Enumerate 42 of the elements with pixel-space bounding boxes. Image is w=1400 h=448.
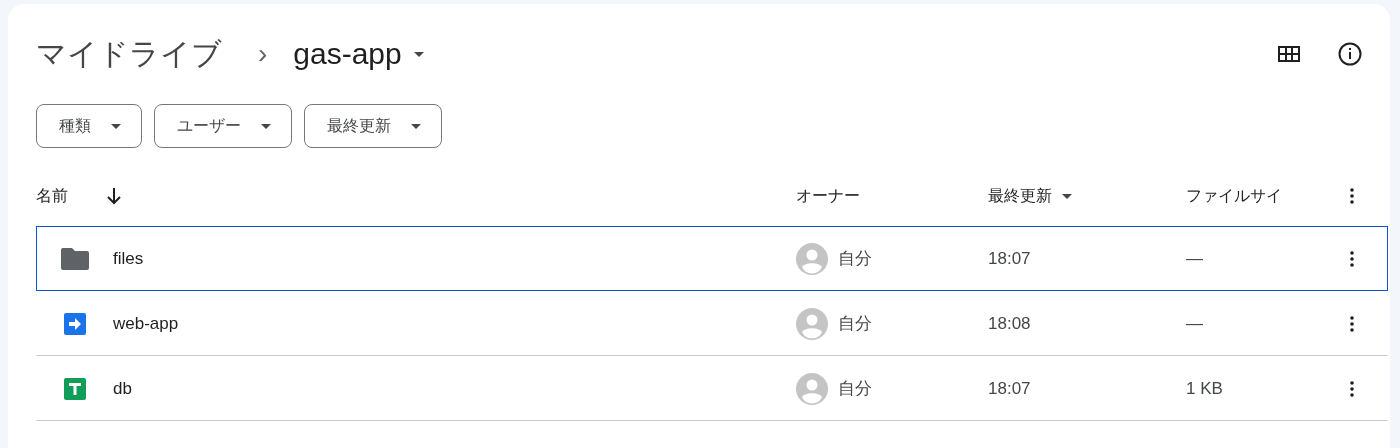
breadcrumb-separator: › [258,38,268,70]
folder-icon [61,247,89,270]
modified-time: 18:08 [988,313,1031,333]
file-row[interactable]: db 自分 18:07 1 KB [36,356,1388,421]
owner-name: 自分 [838,248,872,270]
filter-chip[interactable]: 最終更新 [304,104,442,148]
column-header[interactable]: ファイルサイ [1186,185,1282,207]
owner-name: 自分 [838,378,872,400]
file-size: 1 KB [1186,378,1223,398]
folder-menu-button[interactable]: gas-app [293,37,424,71]
caret-icon [413,51,424,57]
column-header[interactable]: 名前 [36,185,68,207]
column-header[interactable]: オーナー [796,185,860,207]
modified-time: 18:07 [988,248,1031,268]
sort-arrow-icon[interactable] [106,187,122,205]
breadcrumb-root[interactable]: マイドライブ [36,33,222,75]
more-icon [1350,380,1354,397]
file-name: files [113,248,144,269]
caret-icon [111,123,121,129]
file-size: — [1186,313,1203,333]
file-row[interactable]: web-app 自分 18:08 — [36,291,1388,356]
caret-icon [411,123,421,129]
filter-chip[interactable]: ユーザー [154,104,292,148]
avatar-icon [796,307,828,340]
grid-icon [1278,46,1300,62]
column-header[interactable]: 最終更新 [988,185,1052,207]
filter-chip[interactable]: 種類 [36,104,142,148]
file-size: — [1186,248,1203,268]
caret-icon[interactable] [1062,193,1072,199]
modified-time: 18:07 [988,378,1031,398]
more-icon [1350,188,1354,204]
owner-name: 自分 [838,313,872,335]
avatar-icon [796,372,828,405]
file-row[interactable]: files 自分 18:07 — [36,226,1388,291]
caret-icon [261,123,271,129]
spreadsheet-icon [64,377,86,400]
more-icon [1350,250,1354,267]
info-icon [1338,42,1362,66]
file-name: db [113,378,132,399]
file-name: web-app [113,313,179,334]
more-icon [1350,315,1354,332]
avatar-icon [796,242,828,275]
